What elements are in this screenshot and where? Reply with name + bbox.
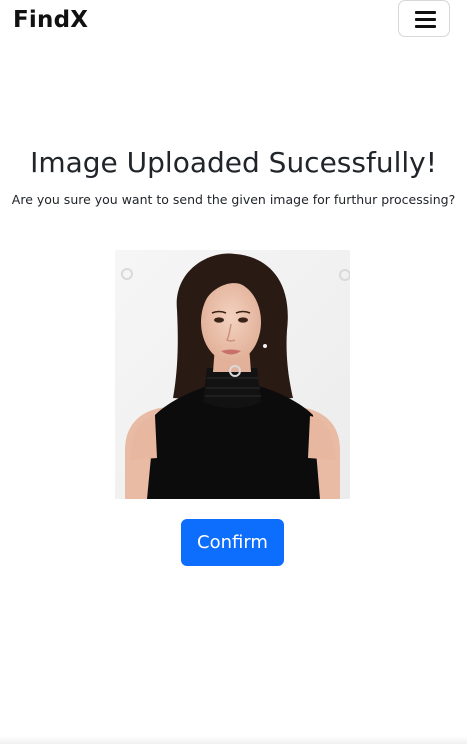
menu-toggle-button[interactable] xyxy=(398,0,450,37)
confirmation-message: Are you sure you want to send the given … xyxy=(11,192,456,207)
confirm-button[interactable]: Confirm xyxy=(181,519,284,566)
brand-logo[interactable]: FindX xyxy=(13,6,88,34)
page-title: Image Uploaded Sucessfully! xyxy=(30,146,437,179)
navbar: FindX xyxy=(0,0,467,44)
page-bottom-edge xyxy=(0,736,467,744)
uploaded-image-preview xyxy=(115,250,350,499)
hamburger-menu-icon xyxy=(415,10,436,29)
